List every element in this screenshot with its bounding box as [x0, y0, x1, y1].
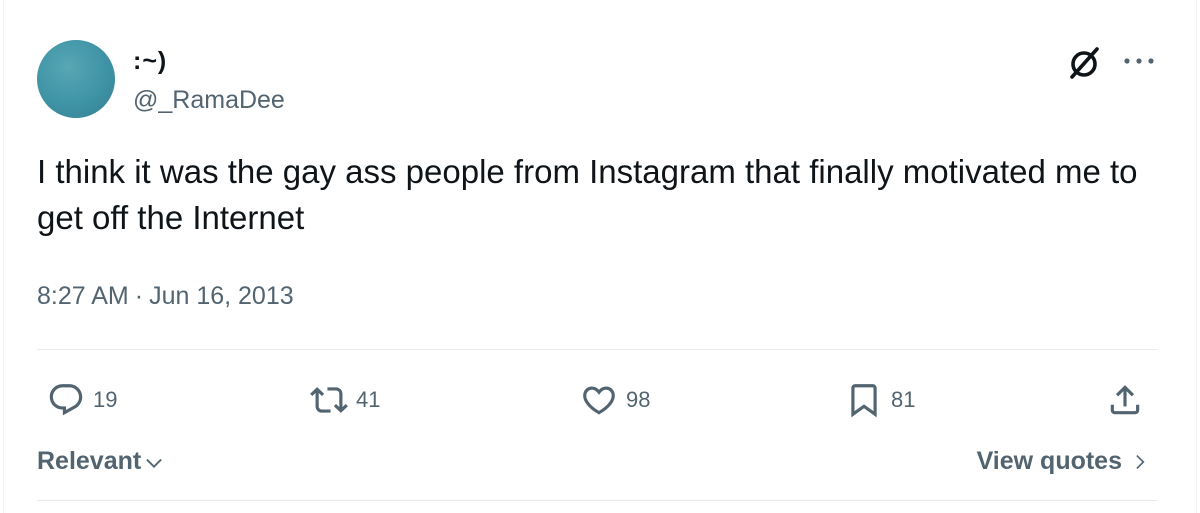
- reply-button[interactable]: 19: [47, 378, 117, 422]
- sort-label: Relevant: [37, 447, 142, 475]
- share-icon: [1110, 385, 1140, 415]
- right-border: [1196, 0, 1197, 513]
- view-quotes-label: View quotes: [976, 447, 1122, 475]
- retweet-icon: [310, 387, 348, 413]
- left-border: [3, 0, 4, 513]
- reply-count: 19: [93, 387, 118, 412]
- user-handle[interactable]: @_RamaDee: [133, 85, 285, 115]
- like-icon: [583, 386, 615, 415]
- like-count: 98: [626, 387, 651, 412]
- chevron-right-icon: [1136, 454, 1145, 470]
- retweet-button[interactable]: 41: [310, 378, 380, 422]
- bookmark-count: 81: [891, 387, 916, 412]
- view-quotes-link[interactable]: View quotes: [977, 446, 1150, 476]
- retweet-count: 41: [356, 387, 381, 412]
- timestamp-separator: ·: [134, 282, 144, 310]
- tweet-text: I think it was the gay ass people from I…: [37, 153, 1138, 236]
- display-name[interactable]: :~): [133, 46, 167, 76]
- reply-icon: [49, 384, 83, 416]
- more-icon[interactable]: [1122, 54, 1156, 68]
- avatar[interactable]: [37, 40, 115, 118]
- tweet-date[interactable]: Jun 16, 2013: [149, 282, 294, 310]
- sort-relevant-dropdown[interactable]: Relevant: [37, 446, 165, 476]
- bookmark-icon: [851, 384, 877, 418]
- share-button[interactable]: [1106, 378, 1144, 422]
- bookmark-button[interactable]: 81: [845, 378, 915, 422]
- divider: [37, 500, 1157, 501]
- chevron-down-icon: [146, 458, 162, 468]
- divider: [37, 349, 1157, 350]
- timestamp[interactable]: 8:27 AM · Jun 16, 2013: [37, 281, 294, 311]
- like-button[interactable]: 98: [580, 378, 650, 422]
- tweet-time[interactable]: 8:27 AM: [37, 282, 129, 310]
- grok-icon[interactable]: [1064, 43, 1104, 83]
